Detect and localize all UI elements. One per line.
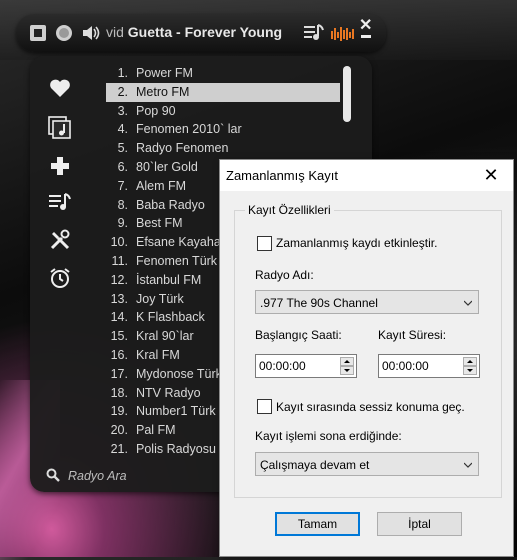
station-name: 80`ler Gold <box>136 159 198 174</box>
station-number: 17. <box>110 366 128 381</box>
after-finish-label: Kayıt işlemi sona erdiğinde: <box>255 429 402 443</box>
favorites-heart-icon[interactable] <box>48 76 72 100</box>
station-name: Fenomen Türk <box>136 253 218 268</box>
minimize-icon[interactable] <box>361 35 371 38</box>
station-name: Mydonose Türk <box>136 366 222 381</box>
duration-value: 00:00:00 <box>382 359 429 373</box>
ok-button[interactable]: Tamam <box>275 512 360 536</box>
station-name: Number1 Türk <box>136 404 216 419</box>
enable-schedule-label[interactable]: Zamanlanmış kaydı etkinleştir. <box>276 236 437 250</box>
station-number: 4. <box>117 122 128 137</box>
station-name: Joy Türk <box>136 291 184 306</box>
spin-up-button[interactable] <box>463 357 477 366</box>
dialog-close-icon[interactable]: ✕ <box>480 164 502 186</box>
spin-down-button[interactable] <box>340 366 354 375</box>
duration-label: Kayıt Süresi: <box>378 328 447 342</box>
station-list-item[interactable]: 2. Metro FM <box>106 82 340 102</box>
search-placeholder: Radyo Ara <box>68 469 127 483</box>
spin-up-button[interactable] <box>340 357 354 366</box>
chevron-down-icon <box>464 462 472 468</box>
station-number: 19. <box>110 404 128 419</box>
music-library-icon[interactable] <box>48 116 72 140</box>
now-playing-text: Guetta - Forever Young <box>127 24 283 40</box>
station-number: 2. <box>117 84 128 99</box>
playlist-music-icon[interactable] <box>48 191 72 215</box>
station-number: 3. <box>117 103 128 118</box>
station-number: 9. <box>117 216 128 231</box>
start-time-label: Başlangıç Saati: <box>255 328 342 342</box>
enable-schedule-checkbox[interactable] <box>257 236 272 251</box>
station-list-item[interactable]: 4. Fenomen 2010` lar <box>106 120 340 139</box>
station-name: Kral 90`lar <box>136 329 194 344</box>
station-number: 5. <box>117 141 128 156</box>
station-name: İstanbul FM <box>136 272 202 287</box>
dialog-title: Zamanlanmış Kayıt <box>226 168 338 183</box>
radio-name-label: Radyo Adı: <box>255 268 314 282</box>
station-name: Kral FM <box>136 347 180 362</box>
group-label: Kayıt Özellikleri <box>245 203 334 217</box>
station-number: 10. <box>110 235 128 250</box>
station-number: 8. <box>117 197 128 212</box>
mute-checkbox[interactable] <box>257 399 272 414</box>
search-icon <box>46 468 60 482</box>
station-name: Power FM <box>136 66 193 80</box>
start-time-value: 00:00:00 <box>259 359 306 373</box>
volume-icon[interactable] <box>80 22 102 49</box>
after-finish-select[interactable]: Çalışmaya devam et <box>255 452 479 476</box>
alarm-clock-icon[interactable] <box>48 266 72 290</box>
equalizer-icon[interactable] <box>331 26 357 47</box>
station-name: Efsane Kayahan <box>136 235 228 250</box>
station-name: Metro FM <box>136 84 190 99</box>
record-icon[interactable] <box>56 25 72 41</box>
add-plus-icon[interactable] <box>48 154 72 178</box>
recording-properties-group: Kayıt Özellikleri Zamanlanmış kaydı etki… <box>234 203 502 498</box>
start-time-spinner[interactable]: 00:00:00 <box>255 354 357 378</box>
radio-name-select[interactable]: .977 The 90s Channel <box>255 290 479 314</box>
spin-down-button[interactable] <box>463 366 477 375</box>
playlist-icon[interactable] <box>303 23 325 48</box>
station-number: 7. <box>117 178 128 193</box>
station-number: 16. <box>110 347 128 362</box>
station-number: 18. <box>110 385 128 400</box>
station-number: 13. <box>110 291 128 306</box>
station-number: 6. <box>117 159 128 174</box>
stop-icon[interactable] <box>30 25 46 41</box>
station-list-item[interactable]: 1. Power FM <box>106 64 340 83</box>
station-name: Pop 90 <box>136 103 176 118</box>
station-name: Fenomen 2010` lar <box>136 122 242 137</box>
station-name: K Flashback <box>136 310 205 325</box>
cancel-button[interactable]: İptal <box>377 512 462 536</box>
station-number: 20. <box>110 423 128 438</box>
station-name: Best FM <box>136 216 183 231</box>
search-field[interactable]: Radyo Ara <box>46 468 127 483</box>
radio-name-value: .977 The 90s Channel <box>260 296 378 310</box>
tools-icon[interactable] <box>48 228 72 252</box>
player-top-bar: vid Guetta - Forever Young ✕ <box>16 14 386 52</box>
station-number: 21. <box>110 441 128 456</box>
station-name: NTV Radyo <box>136 385 201 400</box>
station-name: Polis Radyosu <box>136 441 216 456</box>
duration-spinner[interactable]: 00:00:00 <box>378 354 480 378</box>
scheduled-recording-dialog: Zamanlanmış Kayıt ✕ Kayıt Özellikleri Za… <box>219 159 514 557</box>
station-list-item[interactable]: 3. Pop 90 <box>106 102 340 121</box>
mute-label[interactable]: Kayıt sırasında sessiz konuma geç. <box>276 400 465 414</box>
station-name: Radyo Fenomen <box>136 141 229 156</box>
station-number: 12. <box>110 272 128 287</box>
station-list-item[interactable]: 5. Radyo Fenomen <box>106 139 340 158</box>
after-finish-value: Çalışmaya devam et <box>260 458 370 472</box>
close-icon[interactable]: ✕ <box>359 15 372 35</box>
now-playing-title: vid Guetta - Forever Young <box>106 24 282 40</box>
station-number: 14. <box>110 310 128 325</box>
station-name: Pal FM <box>136 423 176 438</box>
scrollbar-thumb[interactable] <box>343 66 351 122</box>
station-name: Baba Radyo <box>136 197 205 212</box>
station-number: 1. <box>117 66 128 80</box>
chevron-down-icon <box>464 300 472 306</box>
dialog-title-bar: Zamanlanmış Kayıt ✕ <box>220 160 513 191</box>
station-number: 15. <box>110 329 128 344</box>
station-name: Alem FM <box>136 178 186 193</box>
station-number: 11. <box>111 253 128 268</box>
title-prefix: vid <box>106 24 124 40</box>
